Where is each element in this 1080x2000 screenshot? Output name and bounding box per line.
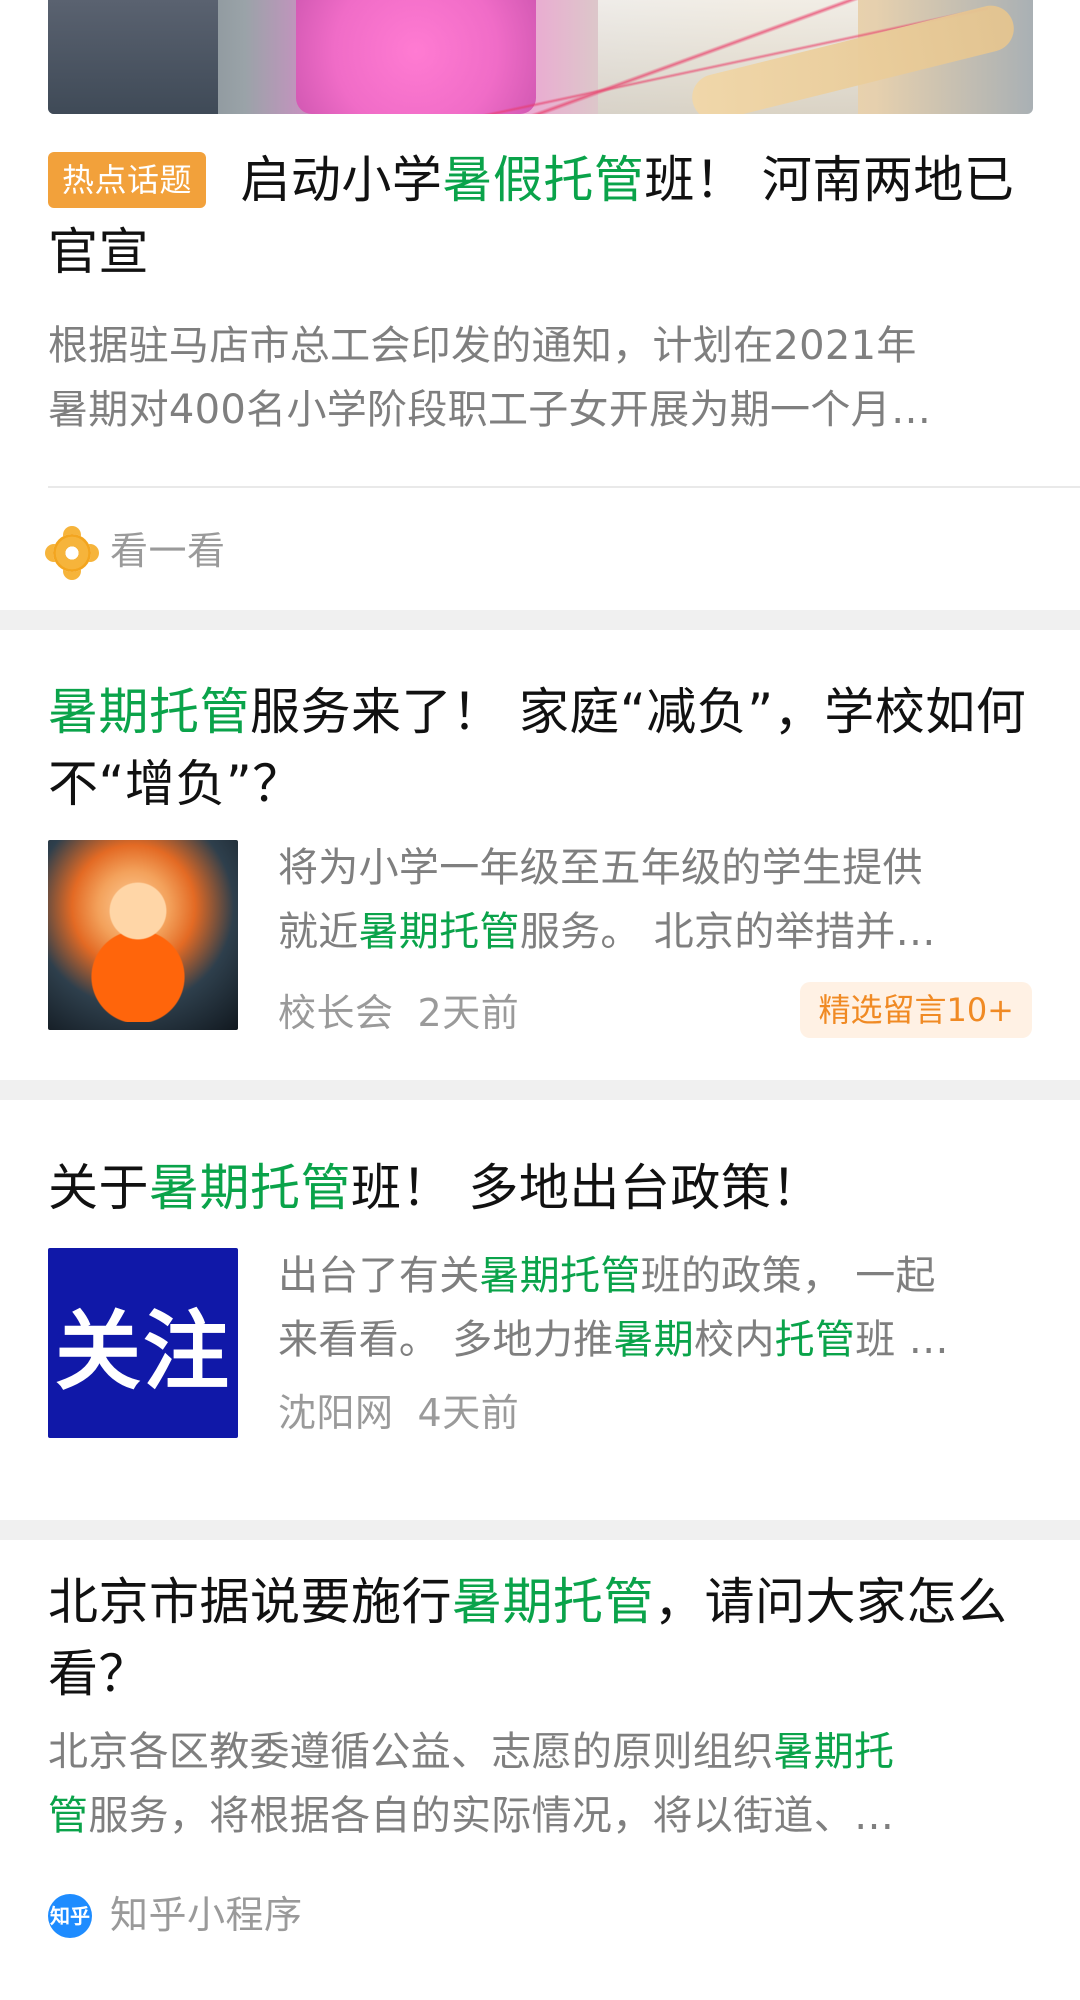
title-highlight: 暑期托管 (48, 683, 250, 741)
hero-photo-shape (48, 0, 218, 114)
hot-topic-badge: 热点话题 (48, 152, 207, 208)
result-desc-2: 将为小学一年级至五年级的学生提供 就近暑期托管服务。 北京的举措并… (278, 836, 1048, 964)
result-title-3[interactable]: 关于暑期托管班！ 多地出台政策！ (48, 1152, 1028, 1224)
desc-line: 根据驻马店市总工会印发的通知，计划在2021年 (48, 323, 917, 369)
section-separator (0, 1080, 1080, 1100)
title-highlight: 暑期托管 (452, 1573, 654, 1631)
desc-text: 出台了有关 (278, 1253, 480, 1299)
title-text: 班！ 河南两地已 (644, 151, 1015, 209)
desc-highlight: 暑期托管 (358, 909, 520, 955)
desc-text: 北京各区教委遵循公益、志愿的原则组织 (48, 1729, 774, 1775)
result-card-1[interactable]: 热点话题 启动小学暑假托管班！ 河南两地已 官宣 根据驻马店市总工会印发的通知，… (0, 114, 1080, 610)
source-name[interactable]: 校长会 (278, 991, 394, 1035)
title-text: 不“增负”？ (48, 755, 303, 813)
desc-highlight: 暑期托 (773, 1729, 895, 1775)
section-separator (0, 1520, 1080, 1540)
desc-text: 就近 (278, 909, 359, 955)
desc-text: 服务。 北京的举措并… (519, 909, 936, 955)
desc-text: 来看看。 多地力推 (278, 1317, 614, 1363)
desc-text: 校内 (694, 1317, 775, 1363)
result-title-2[interactable]: 暑期托管服务来了！ 家庭“减负”，学校如何 不“增负”？ (48, 676, 1028, 820)
search-results-page: 热点话题 启动小学暑假托管班！ 河南两地已 官宣 根据驻马店市总工会印发的通知，… (0, 0, 1080, 2000)
result-desc-4: 北京各区教委遵循公益、志愿的原则组织暑期托 管服务，将根据各自的实际情况，将以街… (48, 1720, 1038, 1848)
title-text: 关于 (48, 1159, 149, 1217)
title-text: 看？ (48, 1645, 149, 1703)
desc-line: 北京各区教委遵循公益、志愿的原则组织暑期托 (48, 1720, 1038, 1784)
card-divider (48, 486, 1080, 488)
desc-highlight: 暑期托管 (479, 1253, 641, 1299)
result-title-1[interactable]: 热点话题 启动小学暑假托管班！ 河南两地已 官宣 (48, 144, 1028, 288)
desc-line: 就近暑期托管服务。 北京的举措并… (278, 900, 1048, 964)
result-card-4[interactable]: 北京市据说要施行暑期托管，请问大家怎么 看？ 北京各区教委遵循公益、志愿的原则组… (0, 1540, 1080, 2000)
source-label-4[interactable]: 知乎小程序 (110, 1892, 303, 1938)
publish-time: 2天前 (417, 991, 520, 1035)
source-label-1[interactable]: 看一看 (110, 528, 226, 574)
title-text: 班！ 多地出台政策！ (351, 1159, 822, 1217)
result-card-3[interactable]: 关于暑期托管班！ 多地出台政策！ 关注 出台了有关暑期托管班的政策， 一起 来看… (0, 1100, 1080, 1520)
title-text: 北京市据说要施行 (48, 1573, 452, 1631)
desc-line: 将为小学一年级至五年级的学生提供 (278, 845, 923, 891)
result-desc-1: 根据驻马店市总工会印发的通知，计划在2021年 暑期对400名小学阶段职工子女开… (48, 314, 1038, 442)
result-thumbnail-2[interactable] (48, 840, 238, 1030)
title-text: 服务来了！ 家庭“减负”，学校如何 (250, 683, 1027, 741)
result-desc-3: 出台了有关暑期托管班的政策， 一起 来看看。 多地力推暑期校内托管班 … (278, 1244, 1048, 1372)
desc-line: 来看看。 多地力推暑期校内托管班 … (278, 1308, 1048, 1372)
section-separator (0, 610, 1080, 630)
desc-text: 服务，将根据各自的实际情况，将以街道、… (88, 1793, 895, 1839)
desc-text: 班的政策， 一起 (640, 1253, 936, 1299)
zhihu-icon: 知乎 (48, 1894, 92, 1938)
thumbnail-text: 关注 (55, 1301, 231, 1402)
desc-line: 暑期对400名小学阶段职工子女开展为期一个月… (48, 387, 932, 433)
title-text: 官宣 (48, 223, 149, 281)
title-text: ，请问大家怎么 (654, 1573, 1008, 1631)
comment-tag[interactable]: 精选留言10+ (800, 982, 1032, 1038)
publish-time: 4天前 (417, 1391, 520, 1435)
kanyikan-icon (53, 534, 91, 572)
result-title-4[interactable]: 北京市据说要施行暑期托管，请问大家怎么 看？ (48, 1566, 1028, 1710)
desc-line: 出台了有关暑期托管班的政策， 一起 (278, 1244, 1048, 1308)
desc-highlight: 管 (48, 1793, 89, 1839)
child-image (78, 872, 198, 1022)
desc-highlight: 托管 (774, 1317, 856, 1363)
source-meta-3: 沈阳网 4天前 (278, 1390, 519, 1436)
desc-highlight: 暑期 (613, 1317, 695, 1363)
title-text: 启动小学 (240, 151, 443, 209)
hero-image[interactable] (48, 0, 1033, 114)
result-card-2[interactable]: 暑期托管服务来了！ 家庭“减负”，学校如何 不“增负”？ 将为小学一年级至五年级… (0, 630, 1080, 1080)
source-name[interactable]: 沈阳网 (278, 1391, 394, 1435)
title-highlight: 暑期托管 (149, 1159, 351, 1217)
title-highlight: 暑假托管 (442, 151, 645, 209)
desc-line: 管服务，将根据各自的实际情况，将以街道、… (48, 1784, 1038, 1848)
desc-text: 班 … (855, 1317, 949, 1363)
result-thumbnail-3[interactable]: 关注 (48, 1248, 238, 1438)
source-meta-2: 校长会 2天前 (278, 990, 519, 1036)
